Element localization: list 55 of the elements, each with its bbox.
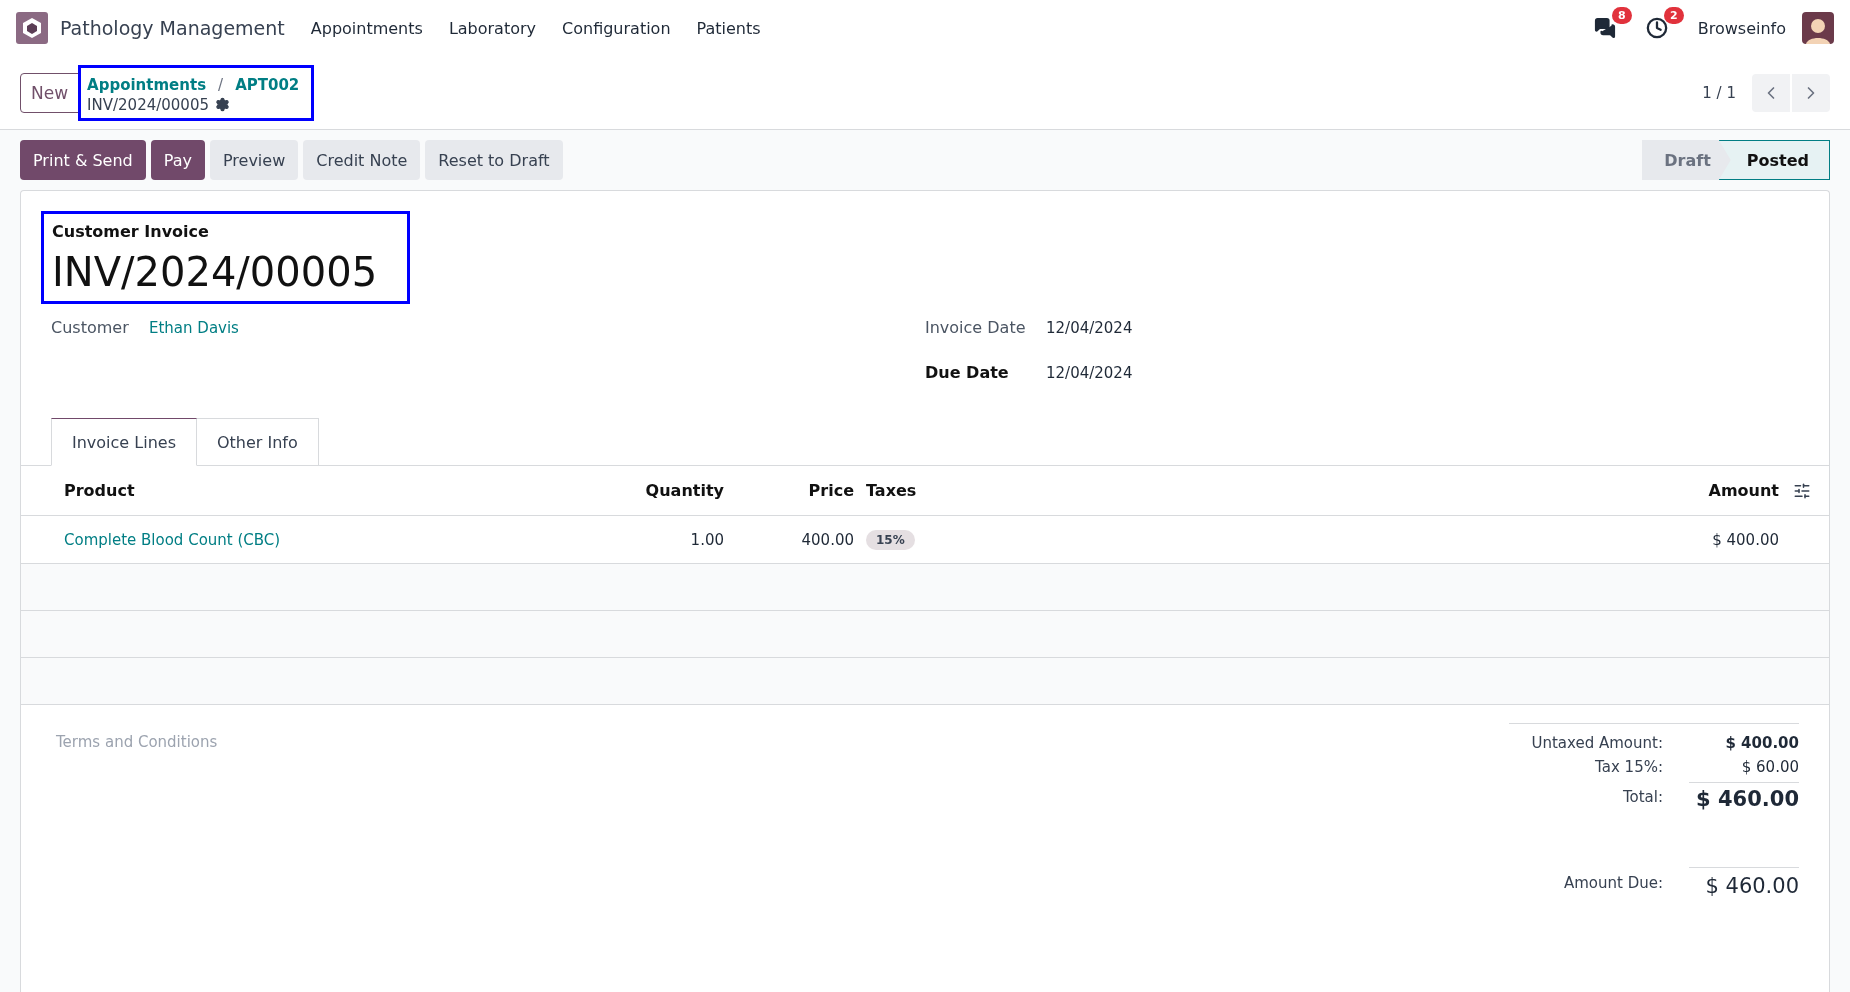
column-settings-icon[interactable] xyxy=(1793,481,1811,500)
count-badge: 2 xyxy=(1664,7,1684,24)
action-button[interactable]: Credit Note xyxy=(303,140,421,180)
total-label: Total: xyxy=(1621,787,1663,806)
new-button[interactable]: New xyxy=(20,72,80,113)
breadcrumb-link[interactable]: Appointments xyxy=(87,75,207,94)
breadcrumb-link[interactable]: APT002 xyxy=(235,75,300,94)
menu-item[interactable]: Patients xyxy=(696,18,761,38)
table-cell-text: 400.00 xyxy=(800,530,854,549)
user-avatar[interactable] xyxy=(1802,12,1834,44)
clock-icon[interactable] xyxy=(1645,17,1668,39)
chat-icon[interactable] xyxy=(1593,17,1616,39)
action-button[interactable]: Print & Send xyxy=(20,140,146,180)
invoice-number: INV/2024/00005 xyxy=(52,249,378,295)
tax-tag: 15% xyxy=(866,529,915,550)
breadcrumb-separator: / xyxy=(218,75,224,94)
total-value: $ 400.00 xyxy=(1724,734,1799,752)
menu-item[interactable]: Laboratory xyxy=(448,18,537,38)
column-header[interactable]: Taxes xyxy=(854,481,1599,500)
app-logo[interactable] xyxy=(16,12,48,44)
action-button[interactable]: Pay xyxy=(150,140,205,180)
tab[interactable]: Other Info xyxy=(196,418,319,466)
column-header[interactable]: Quantity xyxy=(504,481,724,500)
due-date[interactable]: 12/04/2024 xyxy=(1046,363,1799,382)
column-header[interactable]: Price xyxy=(724,481,854,500)
action-button[interactable]: Reset to Draft xyxy=(425,140,563,180)
menu-item[interactable]: Appointments xyxy=(310,18,423,38)
tab[interactable]: Invoice Lines xyxy=(51,418,197,466)
product-link[interactable]: Complete Blood Count (CBC) xyxy=(64,530,504,549)
user-name[interactable]: Browseinfo xyxy=(1697,18,1786,38)
menu-item[interactable]: Configuration xyxy=(562,18,671,38)
field-label: Due Date xyxy=(925,363,1010,382)
total-value: $ 460.00 xyxy=(1689,867,1799,898)
settings-icon[interactable] xyxy=(215,97,230,112)
total-label: Tax 15%: xyxy=(1594,758,1663,776)
action-button[interactable]: Preview xyxy=(209,140,299,180)
field-label: Customer xyxy=(51,318,130,337)
app-name: Pathology Management xyxy=(60,17,285,39)
customer-link[interactable]: Ethan Davis xyxy=(149,318,925,337)
total-value: $ 60.00 xyxy=(1740,758,1799,776)
status-stage[interactable]: Posted xyxy=(1718,140,1830,180)
column-header[interactable]: Amount xyxy=(1599,481,1779,500)
table-cell-text: $ 400.00 xyxy=(1711,530,1779,549)
record-name: INV/2024/00005 xyxy=(87,95,209,114)
total-label: Amount Due: xyxy=(1562,873,1663,892)
count-badge: 8 xyxy=(1612,7,1632,24)
column-header[interactable]: Product xyxy=(64,481,504,500)
document-type: Customer Invoice xyxy=(52,222,210,241)
field-label: Invoice Date xyxy=(925,318,1027,337)
total-value: $ 460.00 xyxy=(1689,782,1799,811)
total-label: Untaxed Amount: xyxy=(1530,734,1663,752)
invoice-date[interactable]: 12/04/2024 xyxy=(1046,318,1799,337)
table-cell-text: 1.00 xyxy=(689,530,724,549)
status-stage[interactable]: Draft xyxy=(1642,140,1731,180)
pager-value[interactable]: 1 / 1 xyxy=(1702,83,1736,102)
